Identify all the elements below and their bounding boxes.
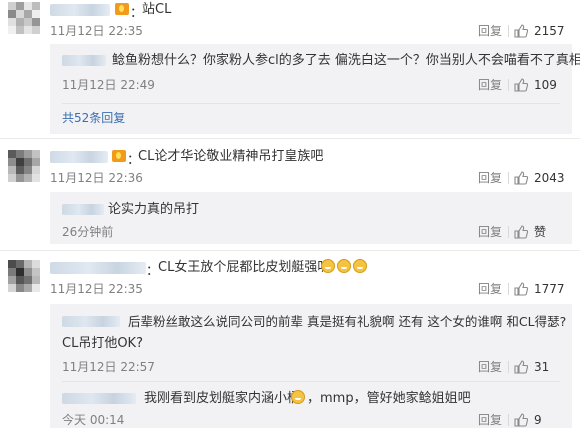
grin-emoji-icon bbox=[290, 390, 306, 406]
avatar[interactable] bbox=[8, 260, 40, 292]
sub-like-button[interactable]: 赞 bbox=[514, 224, 546, 240]
divider bbox=[62, 381, 560, 382]
sub-reply-text: 论实力真的吊打 bbox=[108, 202, 200, 217]
like-count: 9 bbox=[534, 413, 542, 427]
comment-text: CL论才华论敬业精神吊打皇族吧 bbox=[138, 149, 324, 164]
username-blurred[interactable] bbox=[62, 204, 104, 215]
avatar[interactable] bbox=[8, 150, 40, 182]
like-button[interactable]: 1777 bbox=[514, 281, 565, 297]
sub-like-button[interactable]: 31 bbox=[514, 359, 549, 375]
username-blurred[interactable] bbox=[50, 262, 146, 274]
divider bbox=[508, 361, 509, 373]
divider bbox=[508, 25, 509, 37]
comment-time: 11月12日 22:35 bbox=[50, 282, 143, 296]
username-blurred[interactable] bbox=[50, 151, 108, 163]
thumbs-up-icon bbox=[514, 282, 528, 296]
username-blurred[interactable] bbox=[62, 316, 120, 327]
reply-button[interactable]: 回复 bbox=[478, 282, 502, 296]
reply-button[interactable]: 回复 bbox=[478, 171, 502, 185]
grin-emoji-icon bbox=[320, 259, 368, 275]
comment-text: 站CL bbox=[142, 2, 172, 17]
like-count: 2043 bbox=[534, 171, 565, 185]
like-button[interactable]: 2043 bbox=[514, 170, 565, 186]
sub-reply-time: 今天 00:14 bbox=[62, 413, 125, 427]
thumbs-up-icon bbox=[514, 413, 528, 427]
divider bbox=[508, 226, 509, 238]
thumbs-up-icon bbox=[514, 78, 528, 92]
divider bbox=[508, 283, 509, 295]
thumbs-up-icon bbox=[514, 360, 528, 374]
like-count: 2157 bbox=[534, 24, 565, 38]
comment-separator bbox=[0, 138, 580, 139]
username-blurred[interactable] bbox=[62, 55, 106, 66]
username-blurred[interactable] bbox=[62, 393, 136, 404]
sub-reply-text-continued: ，mmp，管好她家鲶姐姐吧 bbox=[307, 391, 471, 406]
like-count: 1777 bbox=[534, 282, 565, 296]
sub-like-button[interactable]: 9 bbox=[514, 412, 542, 428]
sub-reply-text: 鲶鱼粉想什么？你家粉人参cl的多了去 偏洗白这一个？你当别人不会喵看不了真相？ bbox=[112, 53, 580, 68]
sub-reply-button[interactable]: 回复 bbox=[478, 78, 502, 92]
member-badge-icon bbox=[113, 3, 131, 18]
sub-reply-text: 后辈粉丝敢这么说同公司的前辈 真是挺有礼貌啊 还有 这个女的谁啊 和CL得瑟? bbox=[128, 314, 567, 329]
divider bbox=[508, 414, 509, 426]
colon-separator: ： bbox=[130, 6, 144, 21]
sub-reply-time: 11月12日 22:57 bbox=[62, 360, 155, 374]
like-label: 赞 bbox=[534, 225, 547, 239]
sub-reply-time: 11月12日 22:49 bbox=[62, 78, 155, 92]
username-blurred[interactable] bbox=[50, 4, 110, 16]
thumbs-up-icon bbox=[514, 24, 528, 38]
like-button[interactable]: 2157 bbox=[514, 23, 565, 39]
like-count: 109 bbox=[534, 78, 557, 92]
avatar[interactable] bbox=[8, 2, 40, 34]
sub-reply-button[interactable]: 回复 bbox=[478, 225, 502, 239]
member-badge-icon bbox=[110, 150, 128, 165]
sub-reply-button[interactable]: 回复 bbox=[478, 413, 502, 427]
comment-time: 11月12日 22:35 bbox=[50, 24, 143, 38]
divider bbox=[62, 103, 560, 104]
comment-text: CL女王放个屁都比皮划艇强叭 bbox=[158, 260, 331, 275]
reply-button[interactable]: 回复 bbox=[478, 24, 502, 38]
comment-time: 11月12日 22:36 bbox=[50, 171, 143, 185]
sub-like-button[interactable]: 109 bbox=[514, 77, 557, 93]
sub-reply-time: 26分钟前 bbox=[62, 225, 114, 239]
more-replies-link[interactable]: 共52条回复 bbox=[62, 111, 125, 125]
comment-separator bbox=[0, 250, 580, 251]
thumbs-up-icon bbox=[514, 225, 528, 239]
divider bbox=[508, 79, 509, 91]
sub-reply-text: 我刚看到皮划艇家内涵小桶 bbox=[144, 391, 301, 406]
divider bbox=[508, 172, 509, 184]
thumbs-up-icon bbox=[514, 171, 528, 185]
sub-reply-button[interactable]: 回复 bbox=[478, 360, 502, 374]
sub-reply-text-continued: CL吊打他OK? bbox=[62, 336, 143, 351]
like-count: 31 bbox=[534, 360, 550, 374]
